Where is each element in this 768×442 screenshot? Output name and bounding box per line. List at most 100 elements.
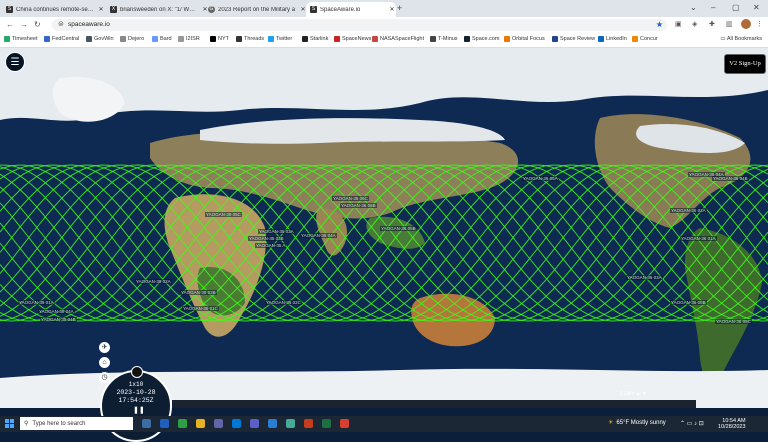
satellite-label[interactable]: YAOGAN-35 02C (265, 300, 302, 305)
bookmark-favicon-icon (44, 36, 50, 42)
tab-1[interactable]: S China continues remote-sens ✕ (2, 2, 105, 17)
satellite-label[interactable]: YAOGAN-35 04A (300, 233, 337, 238)
satellite-label[interactable]: YAOGAN-39 03B (180, 290, 217, 295)
profile-avatar[interactable] (741, 19, 751, 29)
satellite-label[interactable]: YAOGAN-36 05A (522, 176, 559, 181)
bookmark-item[interactable]: LinkedIn (598, 36, 627, 42)
satellite-label[interactable]: YAOGAN-39 01C (182, 306, 219, 311)
bookmark-star-icon[interactable]: ★ (656, 20, 663, 29)
minimize-icon[interactable]: – (711, 3, 715, 12)
bookmark-item[interactable]: I2ISR (178, 36, 200, 42)
bookmark-item[interactable]: Timesheet (4, 36, 37, 42)
new-tab-button[interactable]: + (397, 3, 402, 13)
edge-browser-icon[interactable] (160, 419, 169, 428)
satellite-label[interactable]: YAOGAN-36 05C (715, 319, 752, 324)
zoom-up-icon[interactable]: ▲ (635, 391, 640, 397)
home-icon[interactable]: ⌂ (99, 357, 110, 368)
bookmark-favicon-icon (504, 36, 510, 42)
satellite-label[interactable]: YAOGAN-35 A (255, 243, 287, 248)
bookmark-item[interactable]: Orbital Focus (504, 36, 545, 42)
timeline-scrubber[interactable] (172, 400, 696, 408)
bookmark-favicon-icon (178, 36, 184, 42)
taskbar-search[interactable]: ⚲ Type here to search (20, 417, 133, 430)
omnibox[interactable]: ⊜ spaceaware.io ★ (52, 19, 667, 31)
close-tab-icon[interactable]: ✕ (97, 6, 105, 13)
word-icon[interactable] (268, 419, 277, 428)
bookmark-item[interactable]: Concur (632, 36, 658, 42)
tab-3[interactable]: G 2023 Report on the Military a ✕ (204, 2, 307, 17)
main-menu-button[interactable]: ☰ (5, 52, 25, 72)
satellite-label[interactable]: YAOGAN-36 01A (680, 236, 717, 241)
bookmark-item[interactable]: Twitter (268, 36, 292, 42)
extension-icon[interactable]: ▣ (675, 20, 682, 28)
weather-widget[interactable]: ☀ 65°F Mostly sunny (608, 419, 666, 427)
windows-start-icon[interactable] (5, 419, 14, 428)
bookmark-item[interactable]: T-Minus (430, 36, 458, 42)
teams-icon[interactable] (214, 419, 223, 428)
taskbar-clock[interactable]: 10:54 AM 10/28/2023 (718, 418, 746, 430)
satellite-label[interactable]: YAOGAN-39 02A (135, 279, 172, 284)
reload-icon[interactable]: ↻ (34, 20, 41, 29)
tab-2[interactable]: X briansweeden on X: "1/ While ✕ (106, 2, 209, 17)
back-arrow-icon[interactable]: ← (6, 20, 14, 29)
bookmark-item[interactable]: Starlink (302, 36, 328, 42)
satellite-label[interactable]: YAOGAN-36 03A (626, 275, 663, 280)
satellite-label[interactable]: YAOGAN-36 04B (712, 176, 749, 181)
bookmark-item[interactable]: Dejero (120, 36, 144, 42)
file-explorer-icon[interactable] (196, 419, 205, 428)
zoom-down-icon[interactable]: ▼ (642, 391, 647, 397)
bookmark-item[interactable]: GovWin (86, 36, 114, 42)
bookmark-item[interactable]: Threads (236, 36, 264, 42)
satellite-label[interactable]: YAOGAN-35 03A (258, 229, 295, 234)
powerpoint-icon[interactable] (304, 419, 313, 428)
satellite-label[interactable]: YAOGAN-36 05B (670, 300, 707, 305)
forward-arrow-icon[interactable]: → (20, 20, 28, 29)
bookmark-item[interactable]: Space.com (464, 36, 500, 42)
satellite-icon[interactable]: ✈ (99, 342, 110, 353)
folder-icon: ▭ (720, 36, 726, 42)
satellite-label[interactable]: YAOGAN-36 06C (332, 196, 369, 201)
sidebar-icon[interactable]: ▥ (726, 20, 733, 28)
satellite-label[interactable]: YAOGAN-36 05B (380, 226, 417, 231)
maximize-icon[interactable]: ▢ (732, 3, 740, 12)
pause-icon[interactable]: ❚❚ (133, 406, 145, 414)
timeline-zoom[interactable]: 1 DAY ▲ ▼ (620, 391, 647, 397)
satellite-label[interactable]: YAOGAN-36 06B (340, 203, 377, 208)
satellite-label[interactable]: YAOGAN-39 05C (205, 212, 242, 217)
bookmark-item[interactable]: Space Review (552, 36, 595, 42)
bookmark-favicon-icon (4, 36, 10, 42)
tab-title: China continues remote-sens (16, 6, 94, 13)
bookmark-item[interactable]: FedCentral (44, 36, 79, 42)
close-tab-icon[interactable]: ✕ (388, 6, 396, 13)
tab-4-active[interactable]: S SpaceAware.io ✕ (306, 2, 396, 17)
v2-signup-button[interactable]: V2 Sign-Up (724, 54, 766, 74)
excel-icon[interactable] (322, 419, 331, 428)
close-window-icon[interactable]: ✕ (753, 3, 760, 12)
satellite-label[interactable]: YAOGAN-39 04A (38, 309, 75, 314)
chrome-icon[interactable] (178, 419, 187, 428)
satellite-label[interactable]: YAOGAN-35 04B (40, 317, 77, 322)
shield-icon[interactable]: ◈ (692, 20, 697, 28)
bookmark-item[interactable]: NYT (210, 36, 229, 42)
dial-knob[interactable] (131, 366, 143, 378)
bookmark-favicon-icon (210, 36, 216, 42)
bookmark-item[interactable]: Bard (152, 36, 172, 42)
puzzle-icon[interactable]: ✚ (709, 20, 715, 28)
bookmark-item[interactable]: NASASpaceFlight (372, 36, 424, 42)
satellite-label[interactable]: YAOGAN-35 03B (248, 236, 285, 241)
tab-search-icon[interactable]: ⌄ (690, 3, 697, 12)
menu-dots-icon[interactable]: ⋮ (756, 20, 763, 28)
acrobat-icon[interactable] (340, 419, 349, 428)
all-bookmarks-folder[interactable]: ▭ All Bookmarks (720, 36, 762, 42)
satellite-label[interactable]: YAOGAN-39 01A (18, 300, 55, 305)
outlook-icon[interactable] (232, 419, 241, 428)
chrome-alt-icon[interactable] (286, 419, 295, 428)
task-view-icon[interactable] (142, 419, 151, 428)
system-tray-icons[interactable]: ⌃ ▭ ♪ ⊡ (680, 420, 704, 427)
teams-chat-icon[interactable] (250, 419, 259, 428)
satellite-label[interactable]: YAOGAN-36 02A (670, 208, 707, 213)
bookmark-favicon-icon (152, 36, 158, 42)
site-info-icon[interactable]: ⊜ (58, 20, 64, 28)
bookmark-favicon-icon (464, 36, 470, 42)
bookmark-item[interactable]: SpaceNews (334, 36, 371, 42)
